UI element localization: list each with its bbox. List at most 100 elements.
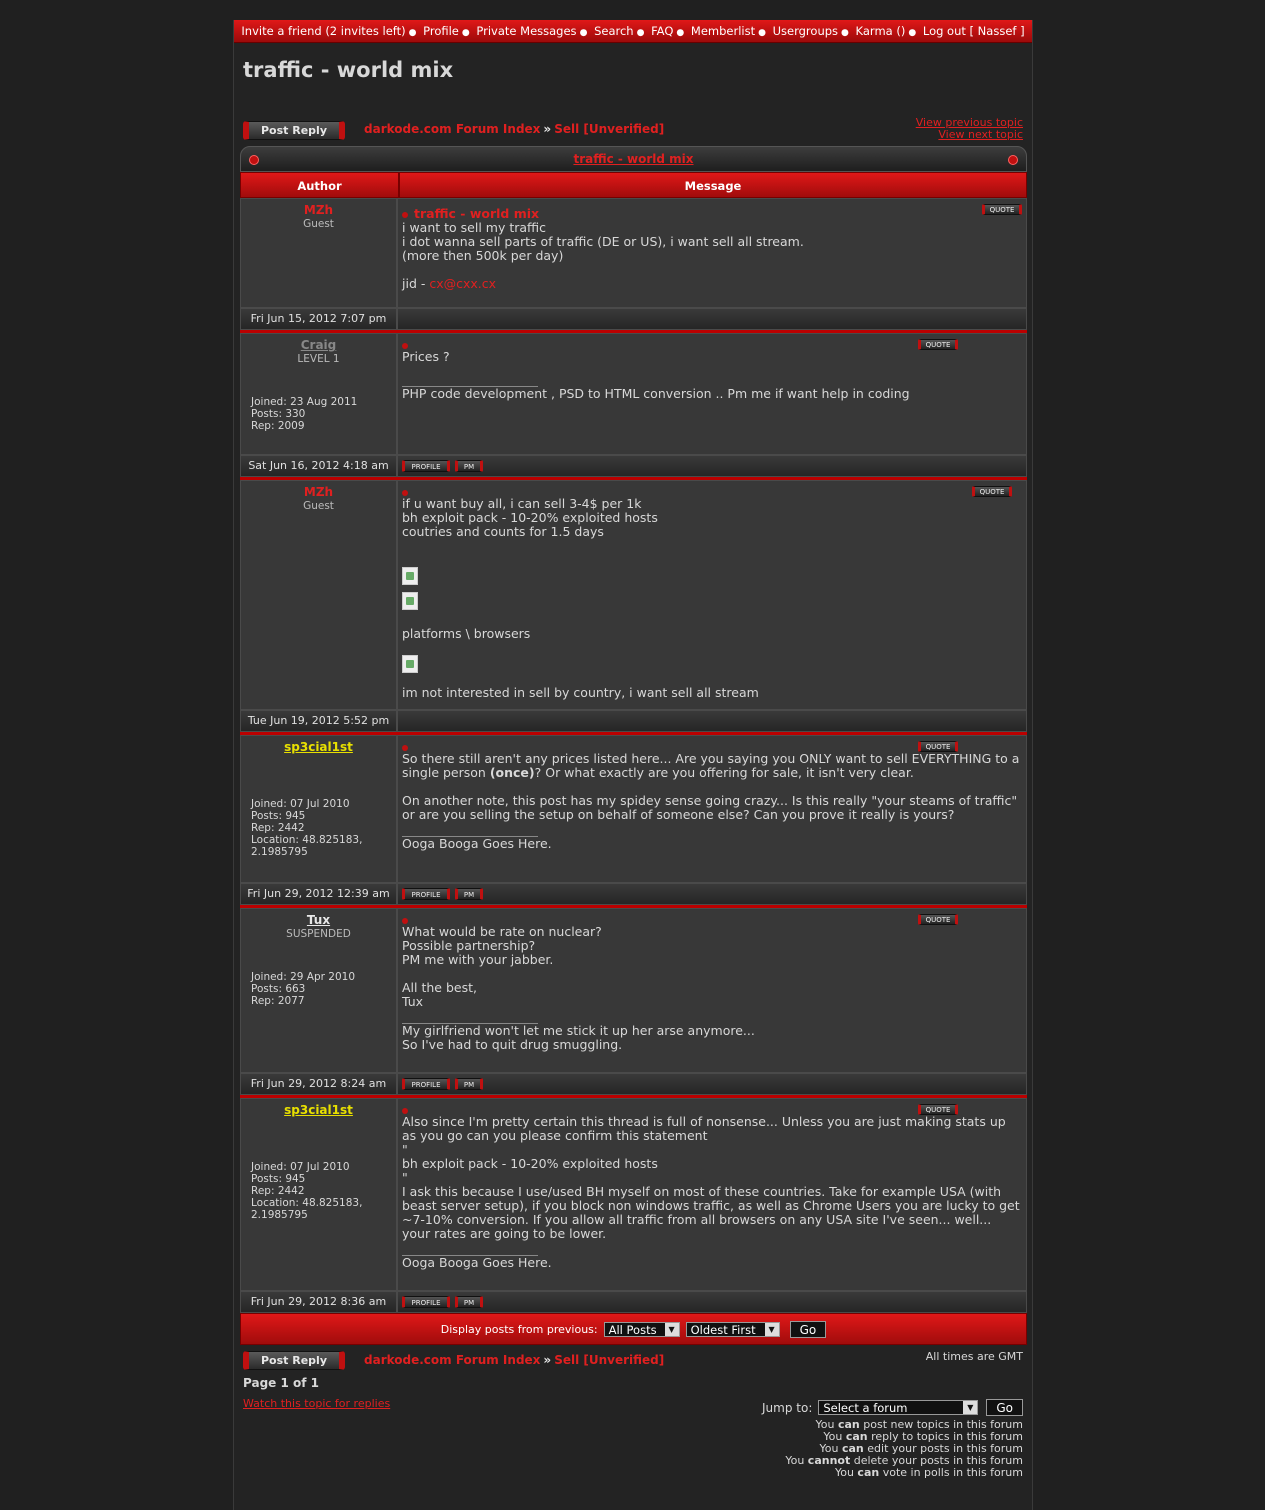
breadcrumb-forum[interactable]: Sell [Unverified] [554, 122, 664, 136]
profile-button[interactable]: PROFILE [402, 888, 450, 900]
post-4: sp3cial1st Joined: 07 Jul 2010 Posts: 94… [240, 732, 1027, 883]
order-select[interactable]: Oldest First ▼ [685, 1321, 780, 1337]
table-title-bar: traffic - world mix [240, 146, 1027, 172]
post-3: MZh Guest if u want buy all, i can sell … [240, 477, 1027, 710]
nav-logout[interactable]: Log out [ Nassef ] [923, 24, 1025, 38]
quote-button[interactable]: QUOTE [918, 741, 958, 752]
post-author-rank: SUSPENDED [286, 928, 351, 940]
post-reply-button[interactable]: Post Reply [243, 121, 345, 140]
table-title-link[interactable]: traffic - world mix [573, 152, 693, 166]
nav-profile[interactable]: Profile [423, 24, 459, 38]
post-date: Fri Jun 29, 2012 8:36 am [240, 1291, 397, 1313]
post-bullet-icon [402, 744, 408, 751]
post-line: i want to sell my traffic [402, 220, 546, 235]
post-date: Fri Jun 29, 2012 12:39 am [240, 883, 397, 905]
post-bullet-icon [402, 489, 408, 496]
nav-karma[interactable]: Karma () [856, 24, 906, 38]
post-author-name[interactable]: Craig [241, 338, 396, 352]
post-author-panel: Tux SUSPENDED Joined: 29 Apr 2010 Posts:… [240, 908, 397, 1073]
nav-faq[interactable]: FAQ [651, 24, 673, 38]
post-signature: Ooga Booga Goes Here. [402, 836, 552, 851]
quote-button[interactable]: QUOTE [918, 1104, 958, 1115]
message-column-header: Message [399, 172, 1027, 198]
display-options-bar: Display posts from previous: All Posts ▼ … [240, 1313, 1027, 1345]
topic-navigation: View previous topic View next topic [916, 117, 1023, 141]
post-footer: Sat Jun 16, 2012 4:18 am PROFILE PM [240, 455, 1027, 477]
post-line: PM me with your jabber. [402, 952, 554, 967]
post-footer: Fri Jun 29, 2012 8:36 am PROFILE PM [240, 1291, 1027, 1313]
post-line: What would be rate on nuclear? [402, 924, 602, 939]
broken-image-icon [402, 592, 418, 610]
breadcrumb-forum[interactable]: Sell [Unverified] [554, 1353, 664, 1367]
post-author-name[interactable]: sp3cial1st [241, 740, 396, 754]
post-line: Tux [402, 994, 424, 1009]
profile-button[interactable]: PROFILE [402, 460, 450, 472]
breadcrumb-forum-index[interactable]: darkode.com Forum Index [364, 1353, 540, 1367]
pm-button[interactable]: PM [455, 1078, 483, 1090]
breadcrumb: darkode.com Forum Index» Sell [Unverified… [364, 122, 665, 136]
post-bullet-icon [402, 342, 408, 349]
post-author-name: MZh [303, 203, 334, 217]
post-date: Sat Jun 16, 2012 4:18 am [240, 455, 397, 477]
post-line: Possible partnership? [402, 938, 536, 953]
post-1: MZh Guest traffic - world mix i want to … [240, 198, 1027, 308]
watch-topic-link[interactable]: Watch this topic for replies [243, 1397, 390, 1410]
nav-memberlist[interactable]: Memberlist [691, 24, 755, 38]
profile-button[interactable]: PROFILE [402, 1078, 450, 1090]
jump-go-button[interactable]: Go [986, 1399, 1023, 1416]
nav-search[interactable]: Search [594, 24, 634, 38]
go-button[interactable]: Go [789, 1320, 827, 1338]
permission-line: You can vote in polls in this forum [834, 1466, 1023, 1479]
quote-button[interactable]: QUOTE [918, 914, 958, 925]
page-container: Invite a friend (2 invites left) ● Profil… [233, 20, 1033, 1510]
post-5: Tux SUSPENDED Joined: 29 Apr 2010 Posts:… [240, 905, 1027, 1073]
left-dot-icon [249, 155, 259, 165]
post-signature: My girlfriend won't let me stick it up h… [402, 1023, 755, 1038]
post-message: Also since I'm pretty certain this threa… [397, 1098, 1027, 1291]
author-stats: Joined: 07 Jul 2010 Posts: 945 Rep: 2442… [251, 798, 362, 858]
post-line: bh exploit pack - 10-20% exploited hosts [402, 510, 658, 525]
post-author-name[interactable]: Tux [241, 913, 396, 927]
post-author-rank: Guest [303, 218, 334, 230]
post-line: if u want buy all, i can sell 3-4$ per 1… [402, 496, 642, 511]
jump-to: Jump to: Select a forum ▼ Go [762, 1399, 1023, 1416]
author-stats: Joined: 07 Jul 2010 Posts: 945 Rep: 2442… [251, 1161, 362, 1221]
nav-usergroups[interactable]: Usergroups [773, 24, 838, 38]
post-reply-button-bottom[interactable]: Post Reply [243, 1351, 345, 1370]
post-line: i dot wanna sell parts of traffic (DE or… [402, 234, 804, 249]
post-author-name[interactable]: sp3cial1st [241, 1103, 396, 1117]
nav-invite[interactable]: Invite a friend (2 invites left) [241, 24, 405, 38]
quote-button[interactable]: QUOTE [918, 339, 958, 350]
page-title[interactable]: traffic - world mix [243, 58, 453, 82]
quote-button[interactable]: QUOTE [982, 204, 1022, 215]
post-signature: PHP code development , PSD to HTML conve… [402, 386, 910, 401]
post-author-panel: MZh Guest [240, 480, 397, 710]
profile-button[interactable]: PROFILE [402, 1296, 450, 1308]
author-rep: Rep: 2077 [251, 995, 305, 1007]
post-author-rank: LEVEL 1 [297, 353, 340, 365]
post-author-panel: sp3cial1st Joined: 07 Jul 2010 Posts: 94… [240, 1098, 397, 1291]
author-stats: Joined: 23 Aug 2011 Posts: 330 Rep: 2009 [251, 396, 357, 432]
pm-button[interactable]: PM [455, 888, 483, 900]
top-navigation: Invite a friend (2 invites left) ● Profil… [234, 20, 1032, 43]
author-rep: Rep: 2442 [251, 822, 305, 834]
post-author-panel: MZh Guest [240, 198, 397, 308]
quote-button[interactable]: QUOTE [972, 486, 1012, 497]
forum-select[interactable]: Select a forum ▼ [818, 1400, 979, 1415]
view-next-topic-link[interactable]: View next topic [938, 128, 1023, 141]
post-6: sp3cial1st Joined: 07 Jul 2010 Posts: 94… [240, 1095, 1027, 1291]
nav-private-messages[interactable]: Private Messages [476, 24, 576, 38]
jid-link[interactable]: cx@cxx.cx [429, 276, 496, 291]
post-message: traffic - world mix i want to sell my tr… [397, 198, 1027, 308]
post-footer: Fri Jun 29, 2012 8:24 am PROFILE PM [240, 1073, 1027, 1095]
pm-button[interactable]: PM [455, 1296, 483, 1308]
post-author-panel: Craig LEVEL 1 Joined: 23 Aug 2011 Posts:… [240, 333, 397, 455]
period-select[interactable]: All Posts ▼ [603, 1321, 680, 1337]
author-posts: Posts: 663 [251, 983, 306, 995]
forum-permissions: You can post new topics in this forum Yo… [785, 1419, 1023, 1479]
author-location: Location: 48.825183, [251, 1197, 363, 1209]
breadcrumb-forum-index[interactable]: darkode.com Forum Index [364, 122, 540, 136]
chevron-down-icon: ▼ [664, 1322, 679, 1336]
pm-button[interactable]: PM [455, 460, 483, 472]
right-dot-icon [1008, 155, 1018, 165]
